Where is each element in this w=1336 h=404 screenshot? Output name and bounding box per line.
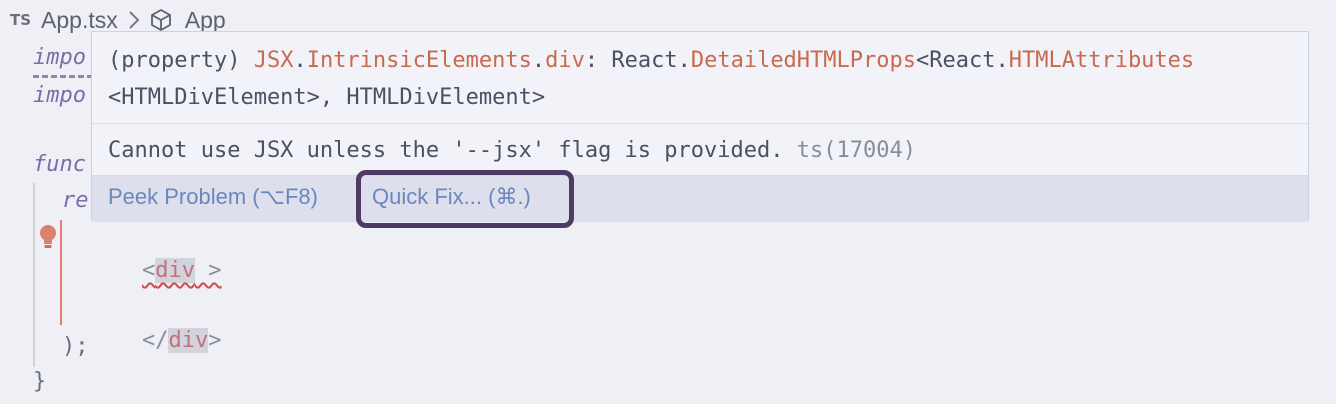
tag-bracket: > [194,258,222,283]
sig-dot: . [293,48,307,73]
code-line-import-2: impo [33,83,86,108]
hover-tooltip: (property) JSX.IntrinsicElements.div: Re… [91,31,1309,222]
code-line-brace-close: } [33,369,47,394]
tag-bracket: > [208,328,222,353]
sig-dot: . [531,48,546,73]
sig-colon: : React. [584,48,691,73]
tag-bracket: < [141,258,156,283]
type-signature: (property) JSX.IntrinsicElements.div: Re… [108,42,1303,116]
tag-name: div [155,258,195,283]
quick-fix-highlight-ring [356,170,574,228]
tag-name: div [168,328,209,353]
code-line-import-1: impo [33,45,86,70]
sig-detailed: DetailedHTMLProps [690,48,917,73]
hover-actions-bar: Peek Problem (⌥F8) Quick Fix... (⌘.) [92,175,1308,222]
diagnostic-message: Cannot use JSX unless the '--jsx' flag i… [108,132,916,170]
lightbulb-icon[interactable] [38,224,58,250]
code-line-div-close: </div> [89,293,221,389]
sig-jsx: JSX [253,48,294,73]
deprecated-dashes [33,75,93,78]
sig-prefix: (property) [108,48,254,73]
hover-divider [92,123,1308,124]
code-line-return: re [62,188,89,213]
code-line-paren-close: ); [62,334,89,359]
diagnostic-code[interactable]: ts(17004) [797,138,916,163]
sig-lt: <React. [916,48,1009,73]
sig-htmlattrs: HTMLAttributes [1008,48,1195,73]
indent-guide-outer [33,183,35,367]
peek-problem-link[interactable]: Peek Problem (⌥F8) [108,184,318,210]
indent-guide-error [60,220,62,325]
tag-bracket: </ [141,328,169,353]
code-line-function: func [33,152,86,177]
sig-div: div [545,48,585,73]
diagnostic-text: Cannot use JSX unless the '--jsx' flag i… [108,138,784,163]
sig-intrinsic: IntrinsicElements [306,48,532,73]
sig-line2: <HTMLDivElement>, HTMLDivElement> [108,85,546,110]
